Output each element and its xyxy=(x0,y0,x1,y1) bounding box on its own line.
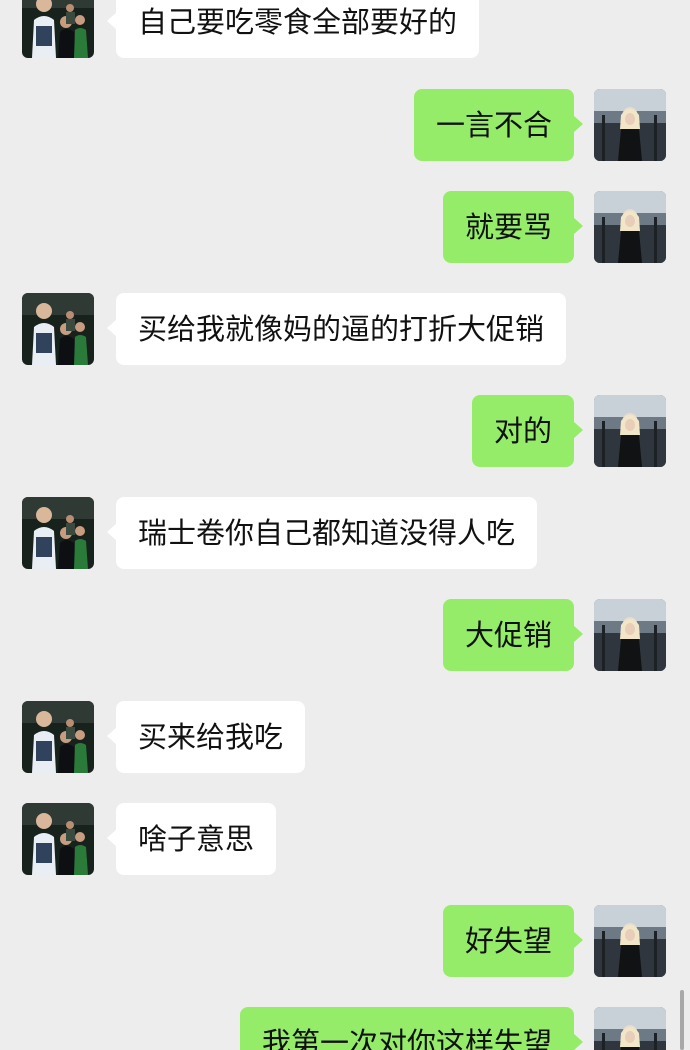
message-row: 瑞士卷你自己都知道没得人吃 xyxy=(0,497,690,569)
chat-conversation: 自己要吃零食全部要好的 一言不合 就要骂 买给我就像妈的逼的打折大促销 对的 瑞… xyxy=(0,0,690,1050)
message-bubble[interactable]: 一言不合 xyxy=(413,89,583,161)
scrollbar-thumb[interactable] xyxy=(680,990,684,1050)
bubble-tail xyxy=(573,421,583,439)
bubble-tail xyxy=(573,217,583,235)
message-row: 自己要吃零食全部要好的 xyxy=(0,0,690,58)
message-bubble[interactable]: 大促销 xyxy=(442,599,583,671)
message-text: 好失望 xyxy=(464,924,552,958)
bubble-tail xyxy=(573,115,583,133)
message-text: 啥子意思 xyxy=(138,822,255,856)
message-row: 买给我就像妈的逼的打折大促销 xyxy=(0,293,690,365)
contact-avatar-icon[interactable] xyxy=(22,701,94,773)
bubble-tail xyxy=(107,319,117,337)
message-bubble[interactable]: 买给我就像妈的逼的打折大促销 xyxy=(107,293,567,365)
bubble-tail xyxy=(107,12,117,30)
bubble-tail xyxy=(573,625,583,643)
message-text: 一言不合 xyxy=(435,108,552,142)
bubble-tail xyxy=(107,829,117,847)
message-row: 好失望 xyxy=(0,905,690,977)
message-text: 买给我就像妈的逼的打折大促销 xyxy=(138,312,545,346)
message-text: 自己要吃零食全部要好的 xyxy=(138,5,458,39)
message-bubble[interactable]: 买来给我吃 xyxy=(107,701,306,773)
message-bubble[interactable]: 啥子意思 xyxy=(107,803,277,875)
message-row: 买来给我吃 xyxy=(0,701,690,773)
bubble-tail xyxy=(107,727,117,745)
message-text: 瑞士卷你自己都知道没得人吃 xyxy=(138,516,516,550)
message-row: 我第一次对你这样失望 xyxy=(0,1007,690,1050)
message-row: 就要骂 xyxy=(0,191,690,263)
self-avatar-icon[interactable] xyxy=(594,599,666,671)
message-bubble[interactable]: 就要骂 xyxy=(442,191,583,263)
message-row: 对的 xyxy=(0,395,690,467)
self-avatar-icon[interactable] xyxy=(594,1007,666,1050)
contact-avatar-icon[interactable] xyxy=(22,803,94,875)
message-bubble[interactable]: 对的 xyxy=(471,395,583,467)
message-bubble[interactable]: 瑞士卷你自己都知道没得人吃 xyxy=(107,497,538,569)
message-text: 大促销 xyxy=(464,618,552,652)
self-avatar-icon[interactable] xyxy=(594,191,666,263)
self-avatar-icon[interactable] xyxy=(594,89,666,161)
self-avatar-icon[interactable] xyxy=(594,905,666,977)
bubble-tail xyxy=(107,523,117,541)
bubble-tail xyxy=(573,1033,583,1050)
contact-avatar-icon[interactable] xyxy=(22,0,94,58)
message-text: 对的 xyxy=(493,414,552,448)
contact-avatar-icon[interactable] xyxy=(22,497,94,569)
message-row: 一言不合 xyxy=(0,89,690,161)
bubble-tail xyxy=(573,931,583,949)
message-bubble[interactable]: 好失望 xyxy=(442,905,583,977)
message-row: 大促销 xyxy=(0,599,690,671)
message-text: 买来给我吃 xyxy=(138,720,284,754)
message-bubble[interactable]: 自己要吃零食全部要好的 xyxy=(107,0,480,58)
message-row: 啥子意思 xyxy=(0,803,690,875)
message-bubble[interactable]: 我第一次对你这样失望 xyxy=(239,1007,583,1050)
self-avatar-icon[interactable] xyxy=(594,395,666,467)
contact-avatar-icon[interactable] xyxy=(22,293,94,365)
message-text: 就要骂 xyxy=(464,210,552,244)
message-text: 我第一次对你这样失望 xyxy=(261,1026,552,1050)
